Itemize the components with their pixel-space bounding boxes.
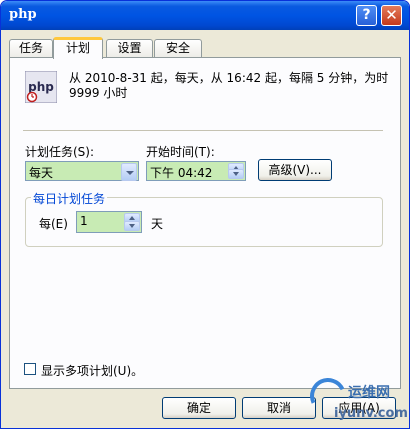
cancel-button[interactable]: 取消: [242, 397, 316, 419]
multi-schedule-checkbox[interactable]: [24, 363, 36, 375]
scheduled-task-dialog: php ? ✕ 任务 计划 设置 安全 php 从 2010-8-31 起，每天…: [0, 0, 410, 429]
separator: [23, 130, 383, 131]
php-logo-icon: php: [25, 71, 57, 103]
every-label: 每(E): [39, 217, 68, 231]
dropdown-arrow-icon[interactable]: [121, 163, 137, 181]
window-title: php: [9, 7, 37, 22]
task-label: 计划任务(S):: [25, 145, 95, 159]
watermark-line1: 运维网: [348, 385, 390, 401]
schedule-summary: 从 2010-8-31 起，每天，从 16:42 起，每隔 5 分钟，为时 99…: [69, 71, 389, 100]
tab-schedule[interactable]: 计划: [53, 37, 103, 59]
start-time-value: 下午 04:42: [150, 166, 213, 180]
start-time-input[interactable]: 下午 04:42: [146, 161, 246, 181]
every-days-stepper[interactable]: 1: [76, 211, 142, 233]
spin-down-icon[interactable]: [228, 169, 244, 179]
title-bar[interactable]: php ? ✕: [1, 1, 409, 30]
ok-button[interactable]: 确定: [162, 397, 236, 419]
schedule-task-select[interactable]: 每天: [25, 161, 139, 181]
tab-task[interactable]: 任务: [9, 39, 53, 58]
multi-schedule-label: 显示多项计划(U)。: [41, 364, 144, 378]
spin-down-icon[interactable]: [124, 221, 140, 231]
daily-group-title: 每日计划任务: [31, 190, 108, 207]
help-button[interactable]: ?: [356, 5, 377, 26]
tab-settings[interactable]: 设置: [106, 39, 153, 58]
advanced-button[interactable]: 高级(V)...: [258, 159, 332, 181]
start-time-label: 开始时间(T):: [146, 145, 215, 159]
every-days-value: 1: [80, 214, 88, 228]
watermark-line2: iyunv.com: [334, 406, 408, 421]
days-unit: 天: [151, 217, 164, 231]
close-button[interactable]: ✕: [381, 5, 402, 26]
tab-security[interactable]: 安全: [154, 39, 202, 58]
site-watermark: 运维网 iyunv.com: [304, 372, 408, 428]
schedule-task-value: 每天: [29, 166, 54, 180]
